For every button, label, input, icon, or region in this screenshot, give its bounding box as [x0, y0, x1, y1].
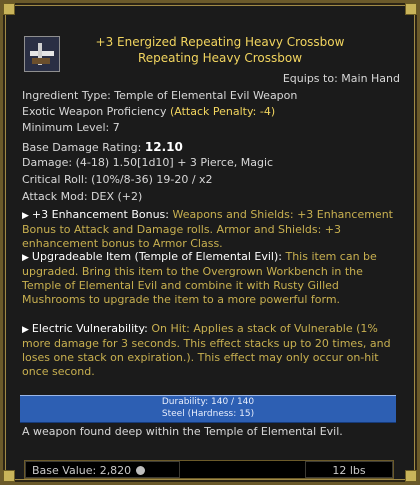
item-base-type: Repeating Heavy Crossbow	[137, 51, 303, 65]
attack-penalty: (Attack Penalty: -4)	[169, 105, 276, 118]
ingredient-type: Ingredient Type: Temple of Elemental Evi…	[22, 89, 298, 102]
durability-bar: Durability: 140 / 140 Steel (Hardness: 1…	[20, 395, 396, 423]
base-value: Base Value: 2,820	[25, 461, 180, 478]
proficiency-line: Exotic Weapon Proficiency (Attack Penalt…	[22, 105, 275, 119]
flavor-text: A weapon found deep within the Temple of…	[22, 425, 343, 438]
frame-corner	[3, 470, 15, 482]
proficiency: Exotic Weapon Proficiency	[22, 105, 167, 118]
attack-mod: Attack Mod: DEX (+2)	[22, 190, 143, 203]
durability-text: Durability: 140 / 140	[161, 397, 255, 407]
base-damage-value: 12.10	[144, 140, 183, 154]
item-name: +3 Energized Repeating Heavy Crossbow	[95, 35, 345, 49]
crossbow-icon	[24, 36, 60, 72]
equips-to: Equips to: Main Hand	[282, 72, 400, 85]
effect-upgradeable: ▶ Upgradeable Item (Temple of Elemental E…	[22, 250, 396, 307]
frame-corner	[405, 3, 417, 15]
effect-enhancement: ▶ +3 Enhancement Bonus: Weapons and Shiel…	[22, 208, 396, 251]
weight: 12 lbs	[305, 461, 393, 478]
base-damage-line: Base Damage Rating: 12.10	[22, 140, 183, 155]
material-text: Steel (Hardness: 15)	[161, 409, 255, 419]
base-value-text: Base Value: 2,820	[32, 464, 132, 477]
minimum-level: Minimum Level: 7	[22, 121, 120, 134]
effect-heading: +3 Enhancement Bonus:	[31, 208, 169, 221]
effect-heading: Upgradeable Item (Temple of Elemental Ev…	[31, 250, 282, 263]
frame-corner	[405, 470, 417, 482]
effect-electric-vulnerability: ▶ Electric Vulnerability: On Hit: Applies…	[22, 322, 396, 379]
item-footer: Base Value: 2,820 12 lbs	[24, 460, 394, 479]
item-title: +3 Energized Repeating Heavy Crossbow Re…	[60, 34, 380, 66]
damage: Damage: (4-18) 1.50[1d10] + 3 Pierce, Ma…	[22, 156, 274, 169]
expand-arrow-icon: ▶	[22, 253, 29, 263]
silver-coin-icon	[136, 466, 146, 475]
frame-corner	[3, 3, 15, 15]
expand-arrow-icon: ▶	[22, 211, 29, 221]
critical-roll: Critical Roll: (10%/8-36) 19-20 / x2	[22, 173, 213, 186]
effect-heading: Electric Vulnerability:	[31, 322, 148, 335]
expand-arrow-icon: ▶	[22, 325, 29, 335]
base-damage-label: Base Damage Rating:	[22, 141, 142, 154]
